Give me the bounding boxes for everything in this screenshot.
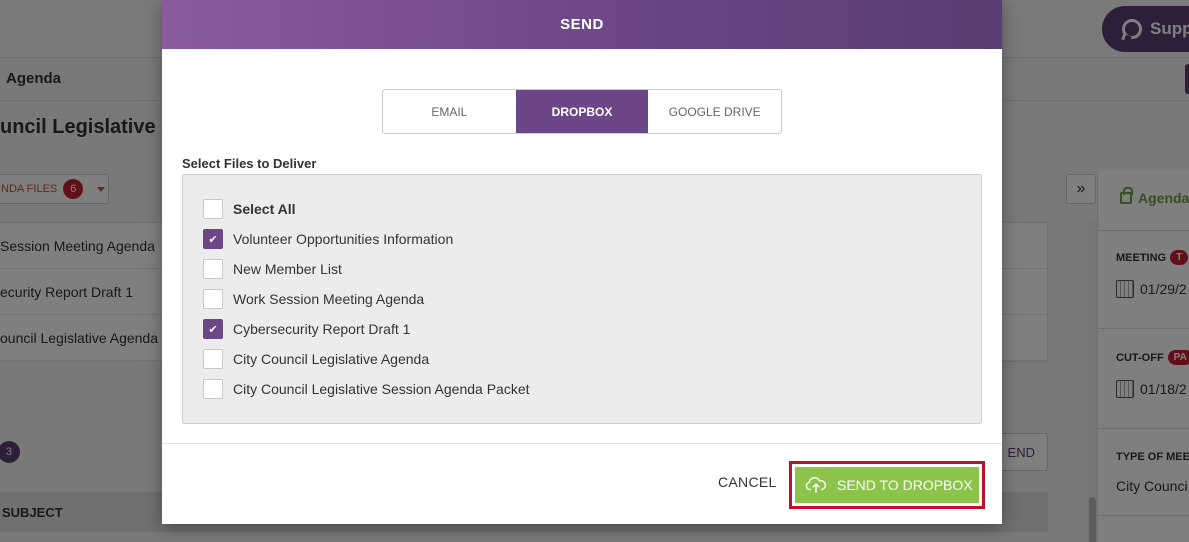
tab-dropbox[interactable]: DROPBOX xyxy=(515,90,649,133)
cancel-button[interactable]: CANCEL xyxy=(718,474,777,490)
file-checkbox[interactable]: ✔ xyxy=(203,319,223,339)
file-label: City Council Legislative Agenda xyxy=(233,351,430,367)
file-checkbox[interactable] xyxy=(203,289,223,309)
file-row-cybersecurity-report[interactable]: ✔ Cybersecurity Report Draft 1 xyxy=(203,318,410,340)
select-all-row[interactable]: Select All xyxy=(203,198,296,220)
select-all-checkbox[interactable] xyxy=(203,199,223,219)
tab-email[interactable]: EMAIL xyxy=(383,90,516,133)
cloud-upload-icon xyxy=(805,476,827,493)
send-to-dropbox-button[interactable]: SEND TO DROPBOX xyxy=(795,467,979,503)
modal-title: SEND xyxy=(560,16,604,33)
file-checkbox[interactable]: ✔ xyxy=(203,229,223,249)
file-checkbox[interactable] xyxy=(203,259,223,279)
file-label: New Member List xyxy=(233,261,342,277)
file-row-work-session-agenda[interactable]: Work Session Meeting Agenda xyxy=(203,288,424,310)
file-row-new-member-list[interactable]: New Member List xyxy=(203,258,342,280)
file-label: Cybersecurity Report Draft 1 xyxy=(233,321,411,337)
file-checkbox[interactable] xyxy=(203,379,223,399)
send-modal: SEND EMAIL DROPBOX GOOGLE DRIVE Select F… xyxy=(162,0,1002,524)
file-label: City Council Legislative Session Agenda … xyxy=(233,381,530,397)
select-files-label: Select Files to Deliver xyxy=(182,156,317,171)
file-selection-list: Select All ✔ Volunteer Opportunities Inf… xyxy=(182,174,982,424)
send-button-label: SEND TO DROPBOX xyxy=(837,477,973,493)
file-row-council-session-packet[interactable]: City Council Legislative Session Agenda … xyxy=(203,378,530,400)
modal-footer: CANCEL SEND TO DROPBOX xyxy=(162,443,1002,524)
file-checkbox[interactable] xyxy=(203,349,223,369)
select-all-label: Select All xyxy=(233,201,296,217)
send-button-highlight: SEND TO DROPBOX xyxy=(789,461,985,509)
file-row-volunteer-opportunities[interactable]: ✔ Volunteer Opportunities Information xyxy=(203,228,453,250)
tab-google-drive[interactable]: GOOGLE DRIVE xyxy=(648,90,781,133)
file-label: Volunteer Opportunities Information xyxy=(233,231,454,247)
file-label: Work Session Meeting Agenda xyxy=(233,291,425,307)
file-row-council-legislative-agenda[interactable]: City Council Legislative Agenda xyxy=(203,348,429,370)
modal-header: SEND xyxy=(162,0,1002,49)
destination-tabs: EMAIL DROPBOX GOOGLE DRIVE xyxy=(382,89,782,134)
